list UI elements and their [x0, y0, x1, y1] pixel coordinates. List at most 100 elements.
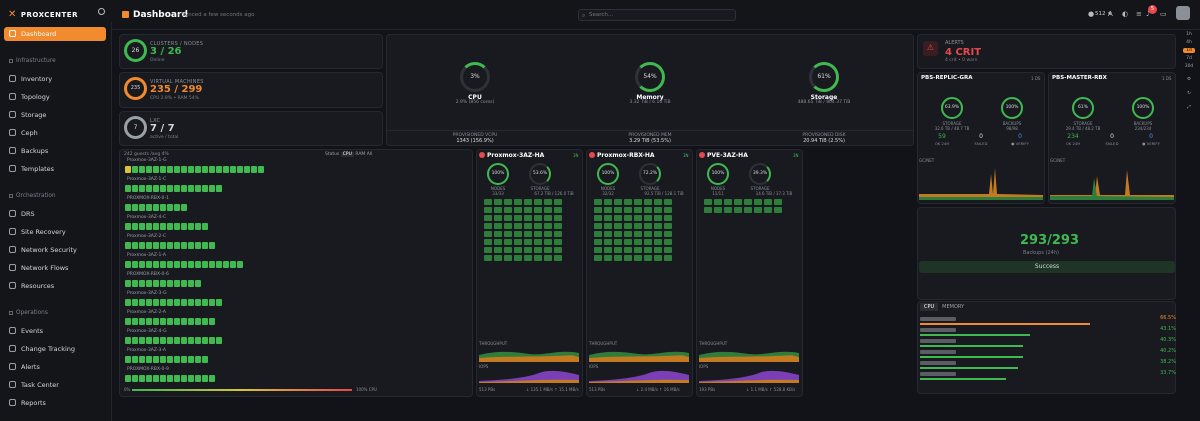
- node-tile[interactable]: [524, 223, 532, 229]
- guest-cell[interactable]: [160, 261, 166, 268]
- guest-cell[interactable]: [146, 299, 152, 306]
- node-tile[interactable]: [624, 247, 632, 253]
- node-tile[interactable]: [514, 223, 522, 229]
- guest-cell[interactable]: [258, 166, 264, 173]
- guest-cell[interactable]: [167, 280, 173, 287]
- node-tile[interactable]: [524, 199, 532, 205]
- guest-cell[interactable]: [153, 261, 159, 268]
- guest-cell[interactable]: [202, 375, 208, 382]
- guest-cell[interactable]: [174, 318, 180, 325]
- node-tile[interactable]: [544, 239, 552, 245]
- node-tile[interactable]: [554, 239, 562, 245]
- node-tile[interactable]: [634, 239, 642, 245]
- node-tile[interactable]: [644, 207, 652, 213]
- guest-cell[interactable]: [153, 318, 159, 325]
- guest-cell[interactable]: [216, 185, 222, 192]
- sidebar-item-backups[interactable]: Backups: [4, 144, 106, 158]
- node-tile[interactable]: [624, 231, 632, 237]
- node-tile[interactable]: [644, 231, 652, 237]
- guest-cell[interactable]: [195, 261, 201, 268]
- guest-cell[interactable]: [181, 280, 187, 287]
- node-tile[interactable]: [544, 255, 552, 261]
- node-tile[interactable]: [504, 199, 512, 205]
- node-tile[interactable]: [514, 239, 522, 245]
- guest-cell[interactable]: [139, 299, 145, 306]
- node-tile[interactable]: [724, 199, 732, 205]
- guest-cell[interactable]: [160, 318, 166, 325]
- node-tile[interactable]: [534, 231, 542, 237]
- guest-cell[interactable]: [139, 280, 145, 287]
- node-tile[interactable]: [484, 255, 492, 261]
- node-tile[interactable]: [534, 255, 542, 261]
- guest-cell[interactable]: [132, 261, 138, 268]
- guest-cell[interactable]: [153, 242, 159, 249]
- node-tile[interactable]: [554, 231, 562, 237]
- sidebar-item-network-flows[interactable]: Network Flows: [4, 261, 106, 275]
- node-tile[interactable]: [664, 223, 672, 229]
- node-tile[interactable]: [604, 239, 612, 245]
- guest-cell[interactable]: [146, 375, 152, 382]
- node-tile[interactable]: [704, 199, 712, 205]
- guest-cell[interactable]: [167, 204, 173, 211]
- node-tile[interactable]: [634, 255, 642, 261]
- guest-cell[interactable]: [146, 185, 152, 192]
- guest-cell[interactable]: [230, 166, 236, 173]
- node-tile[interactable]: [514, 247, 522, 253]
- guest-cell[interactable]: [132, 356, 138, 363]
- guest-cell[interactable]: [132, 204, 138, 211]
- guest-cell[interactable]: [202, 337, 208, 344]
- guest-cell[interactable]: [139, 375, 145, 382]
- guest-cell[interactable]: [167, 318, 173, 325]
- theme-icon[interactable]: ◐: [1122, 10, 1128, 18]
- top-consumer-row[interactable]: 33.7%: [920, 370, 1176, 380]
- node-tile[interactable]: [484, 239, 492, 245]
- guest-cell[interactable]: [174, 223, 180, 230]
- guest-cell[interactable]: [188, 185, 194, 192]
- node-tile[interactable]: [544, 247, 552, 253]
- guest-cell[interactable]: [146, 204, 152, 211]
- node-tile[interactable]: [634, 215, 642, 221]
- guest-cell[interactable]: [153, 280, 159, 287]
- node-tile[interactable]: [524, 255, 532, 261]
- node-tile[interactable]: [524, 215, 532, 221]
- node-tile[interactable]: [624, 215, 632, 221]
- guest-cell[interactable]: [202, 356, 208, 363]
- guest-cell[interactable]: [160, 356, 166, 363]
- range-4h[interactable]: 4h: [1183, 40, 1195, 45]
- guest-cell[interactable]: [139, 204, 145, 211]
- guest-cell[interactable]: [146, 318, 152, 325]
- node-tile[interactable]: [594, 231, 602, 237]
- node-tile[interactable]: [624, 199, 632, 205]
- node-tile[interactable]: [614, 231, 622, 237]
- node-tile[interactable]: [654, 231, 662, 237]
- guest-cell[interactable]: [146, 261, 152, 268]
- node-tile[interactable]: [704, 207, 712, 213]
- node-tile[interactable]: [514, 215, 522, 221]
- guest-cell[interactable]: [195, 318, 201, 325]
- layout-icon[interactable]: ▭: [1160, 10, 1167, 18]
- range-1d[interactable]: 1d: [1183, 48, 1195, 53]
- node-tile[interactable]: [644, 223, 652, 229]
- node-tile[interactable]: [664, 199, 672, 205]
- sidebar-item-reports[interactable]: Reports: [4, 396, 106, 410]
- guest-cell[interactable]: [237, 261, 243, 268]
- guest-cell[interactable]: [195, 223, 201, 230]
- node-tile[interactable]: [594, 215, 602, 221]
- guest-cell[interactable]: [202, 299, 208, 306]
- guest-cell[interactable]: [167, 185, 173, 192]
- node-tile[interactable]: [524, 231, 532, 237]
- node-tile[interactable]: [734, 199, 742, 205]
- guest-cell[interactable]: [202, 261, 208, 268]
- guest-cell[interactable]: [139, 337, 145, 344]
- guest-cell[interactable]: [195, 337, 201, 344]
- guest-cell[interactable]: [188, 299, 194, 306]
- range-1h[interactable]: 1h: [1183, 32, 1195, 37]
- guest-cell[interactable]: [153, 204, 159, 211]
- node-tile[interactable]: [504, 207, 512, 213]
- top-consumer-row[interactable]: 40.3%: [920, 337, 1176, 347]
- node-tile[interactable]: [544, 223, 552, 229]
- guest-cell[interactable]: [181, 318, 187, 325]
- guest-cell[interactable]: [160, 166, 166, 173]
- brand[interactable]: ✕ PROXCENTER: [8, 9, 78, 20]
- guest-cell[interactable]: [181, 166, 187, 173]
